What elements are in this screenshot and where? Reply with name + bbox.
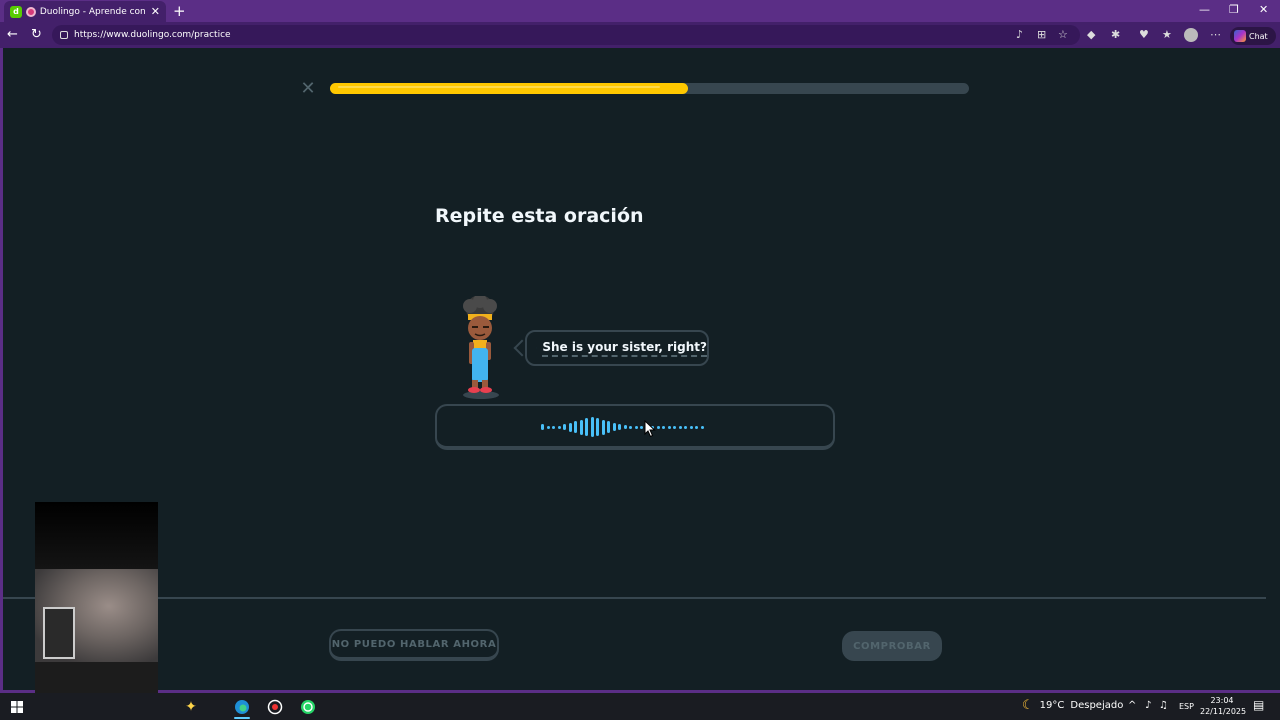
browser-toolbar: ← ↻ https://www.duolingo.com/practice ♪ … xyxy=(0,22,1280,48)
waveform-bar xyxy=(673,425,676,429)
chat-label: Chat xyxy=(1249,31,1268,41)
restore-icon[interactable]: ❐ xyxy=(1229,3,1239,16)
waveform-bar xyxy=(541,424,544,430)
favorite-star-icon[interactable]: ☆ xyxy=(1058,28,1068,41)
waveform-bar xyxy=(634,425,638,429)
waveform-bar xyxy=(684,425,687,429)
waveform-bar xyxy=(640,425,643,429)
webcam-monitor xyxy=(43,607,75,659)
waveform-bar xyxy=(667,425,671,429)
extension-diamond-icon[interactable]: ◆ xyxy=(1087,28,1095,41)
minimize-icon[interactable]: — xyxy=(1199,3,1210,16)
waveform-bar xyxy=(590,417,594,437)
waveform-bar xyxy=(700,425,704,429)
microphone-icon[interactable]: ♪ xyxy=(1016,28,1023,41)
waveform-bar xyxy=(612,423,616,431)
extensions-icon[interactable]: ✱ xyxy=(1111,28,1120,41)
mouse-cursor-icon xyxy=(644,420,656,438)
waveform-bar xyxy=(662,425,665,429)
waveform-bar xyxy=(585,418,588,436)
language-indicator[interactable]: ESP xyxy=(1179,702,1194,711)
tray-overflow-icon[interactable]: ^ xyxy=(1128,700,1136,711)
new-tab-icon[interactable]: + xyxy=(173,2,186,20)
page-title: Repite esta oración xyxy=(435,205,644,227)
progress-shine xyxy=(338,86,661,88)
waveform-bar xyxy=(568,422,572,432)
address-bar[interactable]: https://www.duolingo.com/practice xyxy=(52,25,1080,45)
url-text: https://www.duolingo.com/practice xyxy=(74,30,231,40)
waveform-bar xyxy=(629,425,632,429)
waveform-bar xyxy=(546,425,550,429)
clock-date: 22/11/2025 xyxy=(1200,707,1247,716)
waveform-bar xyxy=(607,421,610,433)
tab-title: Duolingo - Aprende con lec xyxy=(39,6,147,17)
favorites-icon[interactable]: ★ xyxy=(1162,28,1172,41)
waveform-bar xyxy=(596,418,599,436)
close-lesson-icon[interactable]: ✕ xyxy=(298,79,318,99)
copilot-chat-button[interactable]: Chat xyxy=(1230,27,1276,45)
weather-desc: Despejado xyxy=(1070,700,1124,711)
webcam-overlay xyxy=(35,502,158,720)
skip-speaking-button[interactable]: NO PUEDO HABLAR AHORA xyxy=(329,629,499,661)
weather-widget[interactable]: ☾ 19°C Despejado xyxy=(1022,698,1123,713)
speech-bubble[interactable]: She is your sister, right? xyxy=(525,330,709,366)
waveform-bar xyxy=(689,425,693,429)
performance-icon[interactable]: ♥ xyxy=(1139,28,1149,41)
edge-browser-icon[interactable] xyxy=(231,696,253,718)
lock-icon xyxy=(60,31,68,39)
waveform-bar xyxy=(618,424,621,430)
sparkle-widget-icon[interactable]: ✦ xyxy=(180,696,202,718)
copilot-icon xyxy=(1234,30,1246,42)
window-close-icon[interactable]: ✕ xyxy=(1259,3,1268,16)
waveform-bar xyxy=(579,419,583,435)
system-clock[interactable]: 23:04 22/11/2025 xyxy=(1200,695,1247,717)
notifications-icon[interactable]: ▤ xyxy=(1253,698,1264,712)
waveform-bar xyxy=(557,425,561,429)
screen-recorder-icon[interactable] xyxy=(264,696,286,718)
waveform-bar xyxy=(623,425,627,429)
whatsapp-icon[interactable] xyxy=(297,696,319,718)
waveform-bar xyxy=(601,419,605,435)
volume-icon[interactable]: ♫ xyxy=(1159,700,1168,711)
back-arrow-icon[interactable]: ← xyxy=(7,27,18,42)
duolingo-favicon-icon: d xyxy=(10,5,22,18)
check-button[interactable]: COMPROBAR xyxy=(842,631,942,661)
windows-start-icon[interactable] xyxy=(6,696,28,718)
moon-icon: ☾ xyxy=(1022,698,1034,713)
character-illustration xyxy=(463,296,499,399)
waveform-bar xyxy=(574,421,577,433)
app-install-icon[interactable]: ⊞ xyxy=(1037,28,1046,41)
waveform-bar xyxy=(552,425,555,429)
webcam-dark-area xyxy=(35,502,158,569)
footer-divider xyxy=(3,597,1266,599)
waveform-bar xyxy=(678,425,682,429)
weather-temp: 19°C xyxy=(1039,700,1065,711)
lesson-progress-bar xyxy=(330,83,969,94)
more-menu-icon[interactable]: ⋯ xyxy=(1210,28,1221,41)
profile-avatar[interactable] xyxy=(1184,28,1198,42)
active-app-indicator xyxy=(234,717,250,719)
sentence-text: She is your sister, right? xyxy=(542,340,707,357)
tray-microphone-icon[interactable]: ♪ xyxy=(1145,700,1151,711)
browser-tab-duolingo[interactable]: d Duolingo - Aprende con lec ✕ xyxy=(4,1,166,22)
waveform-bar xyxy=(656,425,660,429)
clock-time: 23:04 xyxy=(1210,696,1234,705)
tab-close-icon[interactable]: ✕ xyxy=(151,5,160,18)
browser-titlebar: d Duolingo - Aprende con lec ✕ + — ❐ ✕ xyxy=(0,0,1280,22)
record-voice-button[interactable] xyxy=(435,404,835,450)
progress-fill xyxy=(330,83,688,94)
audio-waveform xyxy=(541,406,704,448)
recording-indicator-icon xyxy=(25,6,36,17)
scrollbar-track[interactable] xyxy=(1266,48,1280,693)
refresh-icon[interactable]: ↻ xyxy=(31,27,42,42)
waveform-bar xyxy=(563,424,566,430)
waveform-bar xyxy=(695,425,698,429)
